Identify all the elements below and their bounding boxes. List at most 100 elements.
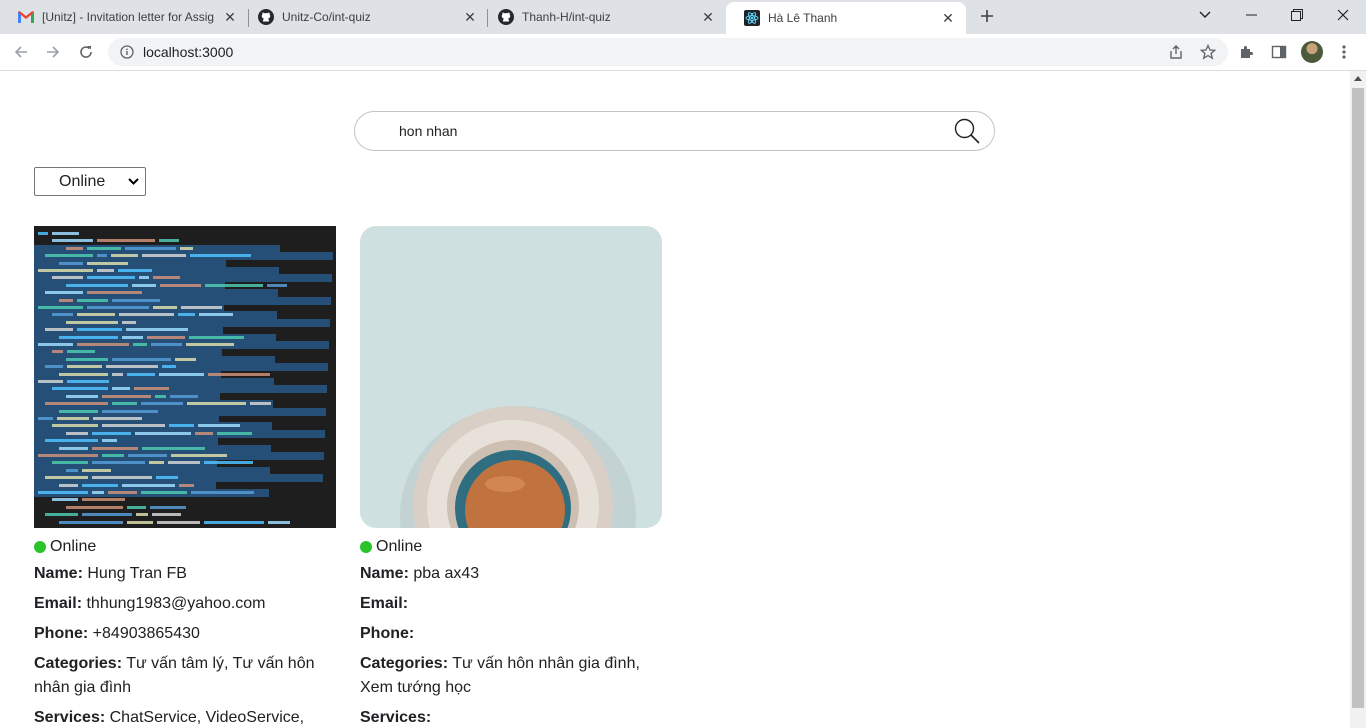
- code-text-segment: [150, 505, 186, 509]
- code-text-segment: [152, 513, 181, 517]
- scroll-up-arrow-icon[interactable]: [1354, 76, 1362, 81]
- tab-unitz-repo[interactable]: Unitz-Co/int-quiz ✕: [240, 0, 488, 34]
- phone-value: +84903865430: [92, 625, 200, 642]
- code-text-segment: [67, 365, 102, 369]
- code-text-segment: [157, 520, 200, 524]
- code-text-segment: [38, 269, 93, 272]
- code-text-segment: [119, 313, 174, 317]
- email-value: thhung1983@yahoo.com: [86, 595, 266, 612]
- code-text-segment: [133, 343, 147, 346]
- code-text-segment: [92, 446, 138, 450]
- phone-row: Phone: +84903865430: [34, 622, 336, 646]
- code-text-segment: [87, 291, 142, 295]
- code-text-segment: [199, 313, 233, 317]
- code-text-segment: [102, 424, 165, 428]
- code-text-segment: [38, 380, 63, 383]
- code-text-segment: [106, 365, 158, 369]
- services-value: ChatService, VideoService,: [109, 709, 305, 726]
- side-panel-icon[interactable]: [1266, 39, 1292, 65]
- code-text-segment: [205, 283, 263, 287]
- code-text-segment: [102, 409, 158, 413]
- extensions-icon[interactable]: [1234, 39, 1260, 65]
- code-text-segment: [38, 491, 88, 494]
- code-text-segment: [77, 328, 122, 332]
- search-input[interactable]: hon nhan: [399, 123, 953, 139]
- new-tab-button[interactable]: [976, 5, 998, 27]
- tab-ha-le-thanh[interactable]: Hà Lê Thanh ✕: [726, 2, 966, 34]
- share-icon[interactable]: [1163, 39, 1189, 65]
- code-text-segment: [87, 276, 135, 280]
- close-icon[interactable]: ✕: [940, 10, 956, 26]
- chevron-down-icon: [127, 178, 139, 185]
- code-text-segment: [142, 254, 186, 258]
- code-text-segment: [142, 446, 205, 450]
- code-text-segment: [87, 306, 149, 309]
- restore-button[interactable]: [1274, 0, 1320, 30]
- code-text-segment: [178, 313, 195, 317]
- advisor-card[interactable]: Online Name: Hung Tran FB Email: thhung1…: [34, 226, 336, 728]
- code-text-segment: [112, 402, 137, 406]
- code-text-segment: [52, 461, 88, 465]
- code-text-segment: [126, 328, 188, 332]
- code-text-segment: [59, 446, 88, 450]
- code-text-segment: [93, 417, 142, 420]
- code-text-segment: [204, 520, 264, 524]
- code-text-segment: [134, 387, 169, 391]
- code-text-segment: [45, 365, 63, 369]
- code-text-segment: [170, 394, 198, 398]
- categories-row: Categories: Tư vấn hôn nhân gia đình, Xe…: [360, 652, 662, 700]
- status-filter-select[interactable]: Online: [34, 167, 146, 196]
- code-text-segment: [132, 283, 156, 287]
- search-icon[interactable]: [953, 117, 981, 145]
- email-row: Email:: [360, 592, 662, 616]
- tab-thanh-repo[interactable]: Thanh-H/int-quiz ✕: [480, 0, 726, 34]
- name-label: Name:: [360, 565, 409, 582]
- page-scrollbar[interactable]: [1350, 71, 1366, 728]
- code-text-segment: [127, 372, 155, 376]
- close-icon[interactable]: ✕: [462, 9, 478, 25]
- code-text-segment: [77, 313, 115, 317]
- code-text-segment: [97, 239, 155, 243]
- back-button[interactable]: [8, 39, 34, 65]
- search-box[interactable]: hon nhan: [354, 111, 995, 151]
- email-row: Email: thhung1983@yahoo.com: [34, 592, 336, 616]
- bookmark-star-icon[interactable]: [1195, 39, 1221, 65]
- services-label: Services:: [34, 709, 106, 726]
- tab-gmail[interactable]: [Unitz] - Invitation letter for Assig ✕: [0, 0, 248, 34]
- online-dot-icon: [34, 541, 46, 553]
- close-icon[interactable]: ✕: [700, 9, 716, 25]
- close-window-button[interactable]: [1320, 0, 1366, 30]
- code-text-segment: [57, 417, 89, 420]
- tab-search-button[interactable]: [1182, 0, 1228, 30]
- minimize-button[interactable]: [1228, 0, 1274, 30]
- code-text-segment: [128, 454, 167, 457]
- close-icon[interactable]: ✕: [222, 9, 238, 25]
- code-text-segment: [52, 498, 78, 502]
- code-text-segment: [139, 276, 149, 280]
- forward-button[interactable]: [40, 39, 66, 65]
- advisor-image[interactable]: [360, 226, 662, 528]
- code-text-segment: [141, 491, 187, 494]
- code-text-segment: [153, 306, 177, 309]
- code-text-segment: [82, 498, 125, 502]
- menu-dots-icon[interactable]: [1331, 39, 1357, 65]
- name-value: Hung Tran FB: [87, 565, 187, 582]
- advisor-card[interactable]: Online Name: pba ax43 Email: Phone: Cate…: [360, 226, 662, 728]
- info-icon[interactable]: [119, 44, 135, 60]
- advisor-image[interactable]: [34, 226, 336, 528]
- online-dot-icon: [360, 541, 372, 553]
- code-text-segment: [66, 283, 128, 287]
- services-label: Services:: [360, 709, 432, 726]
- code-text-segment: [66, 431, 88, 435]
- react-icon: [744, 10, 760, 26]
- tab-title: Hà Lê Thanh: [768, 11, 838, 25]
- scrollbar-thumb[interactable]: [1352, 88, 1364, 708]
- tab-strip: [Unitz] - Invitation letter for Assig ✕ …: [0, 0, 1366, 34]
- address-bar[interactable]: localhost:3000: [108, 38, 1228, 66]
- code-text-segment: [102, 394, 151, 398]
- code-text-segment: [159, 239, 179, 243]
- profile-avatar[interactable]: [1301, 41, 1323, 63]
- email-label: Email:: [360, 595, 409, 612]
- reload-button[interactable]: [73, 39, 99, 65]
- status-indicator: Online: [360, 538, 662, 556]
